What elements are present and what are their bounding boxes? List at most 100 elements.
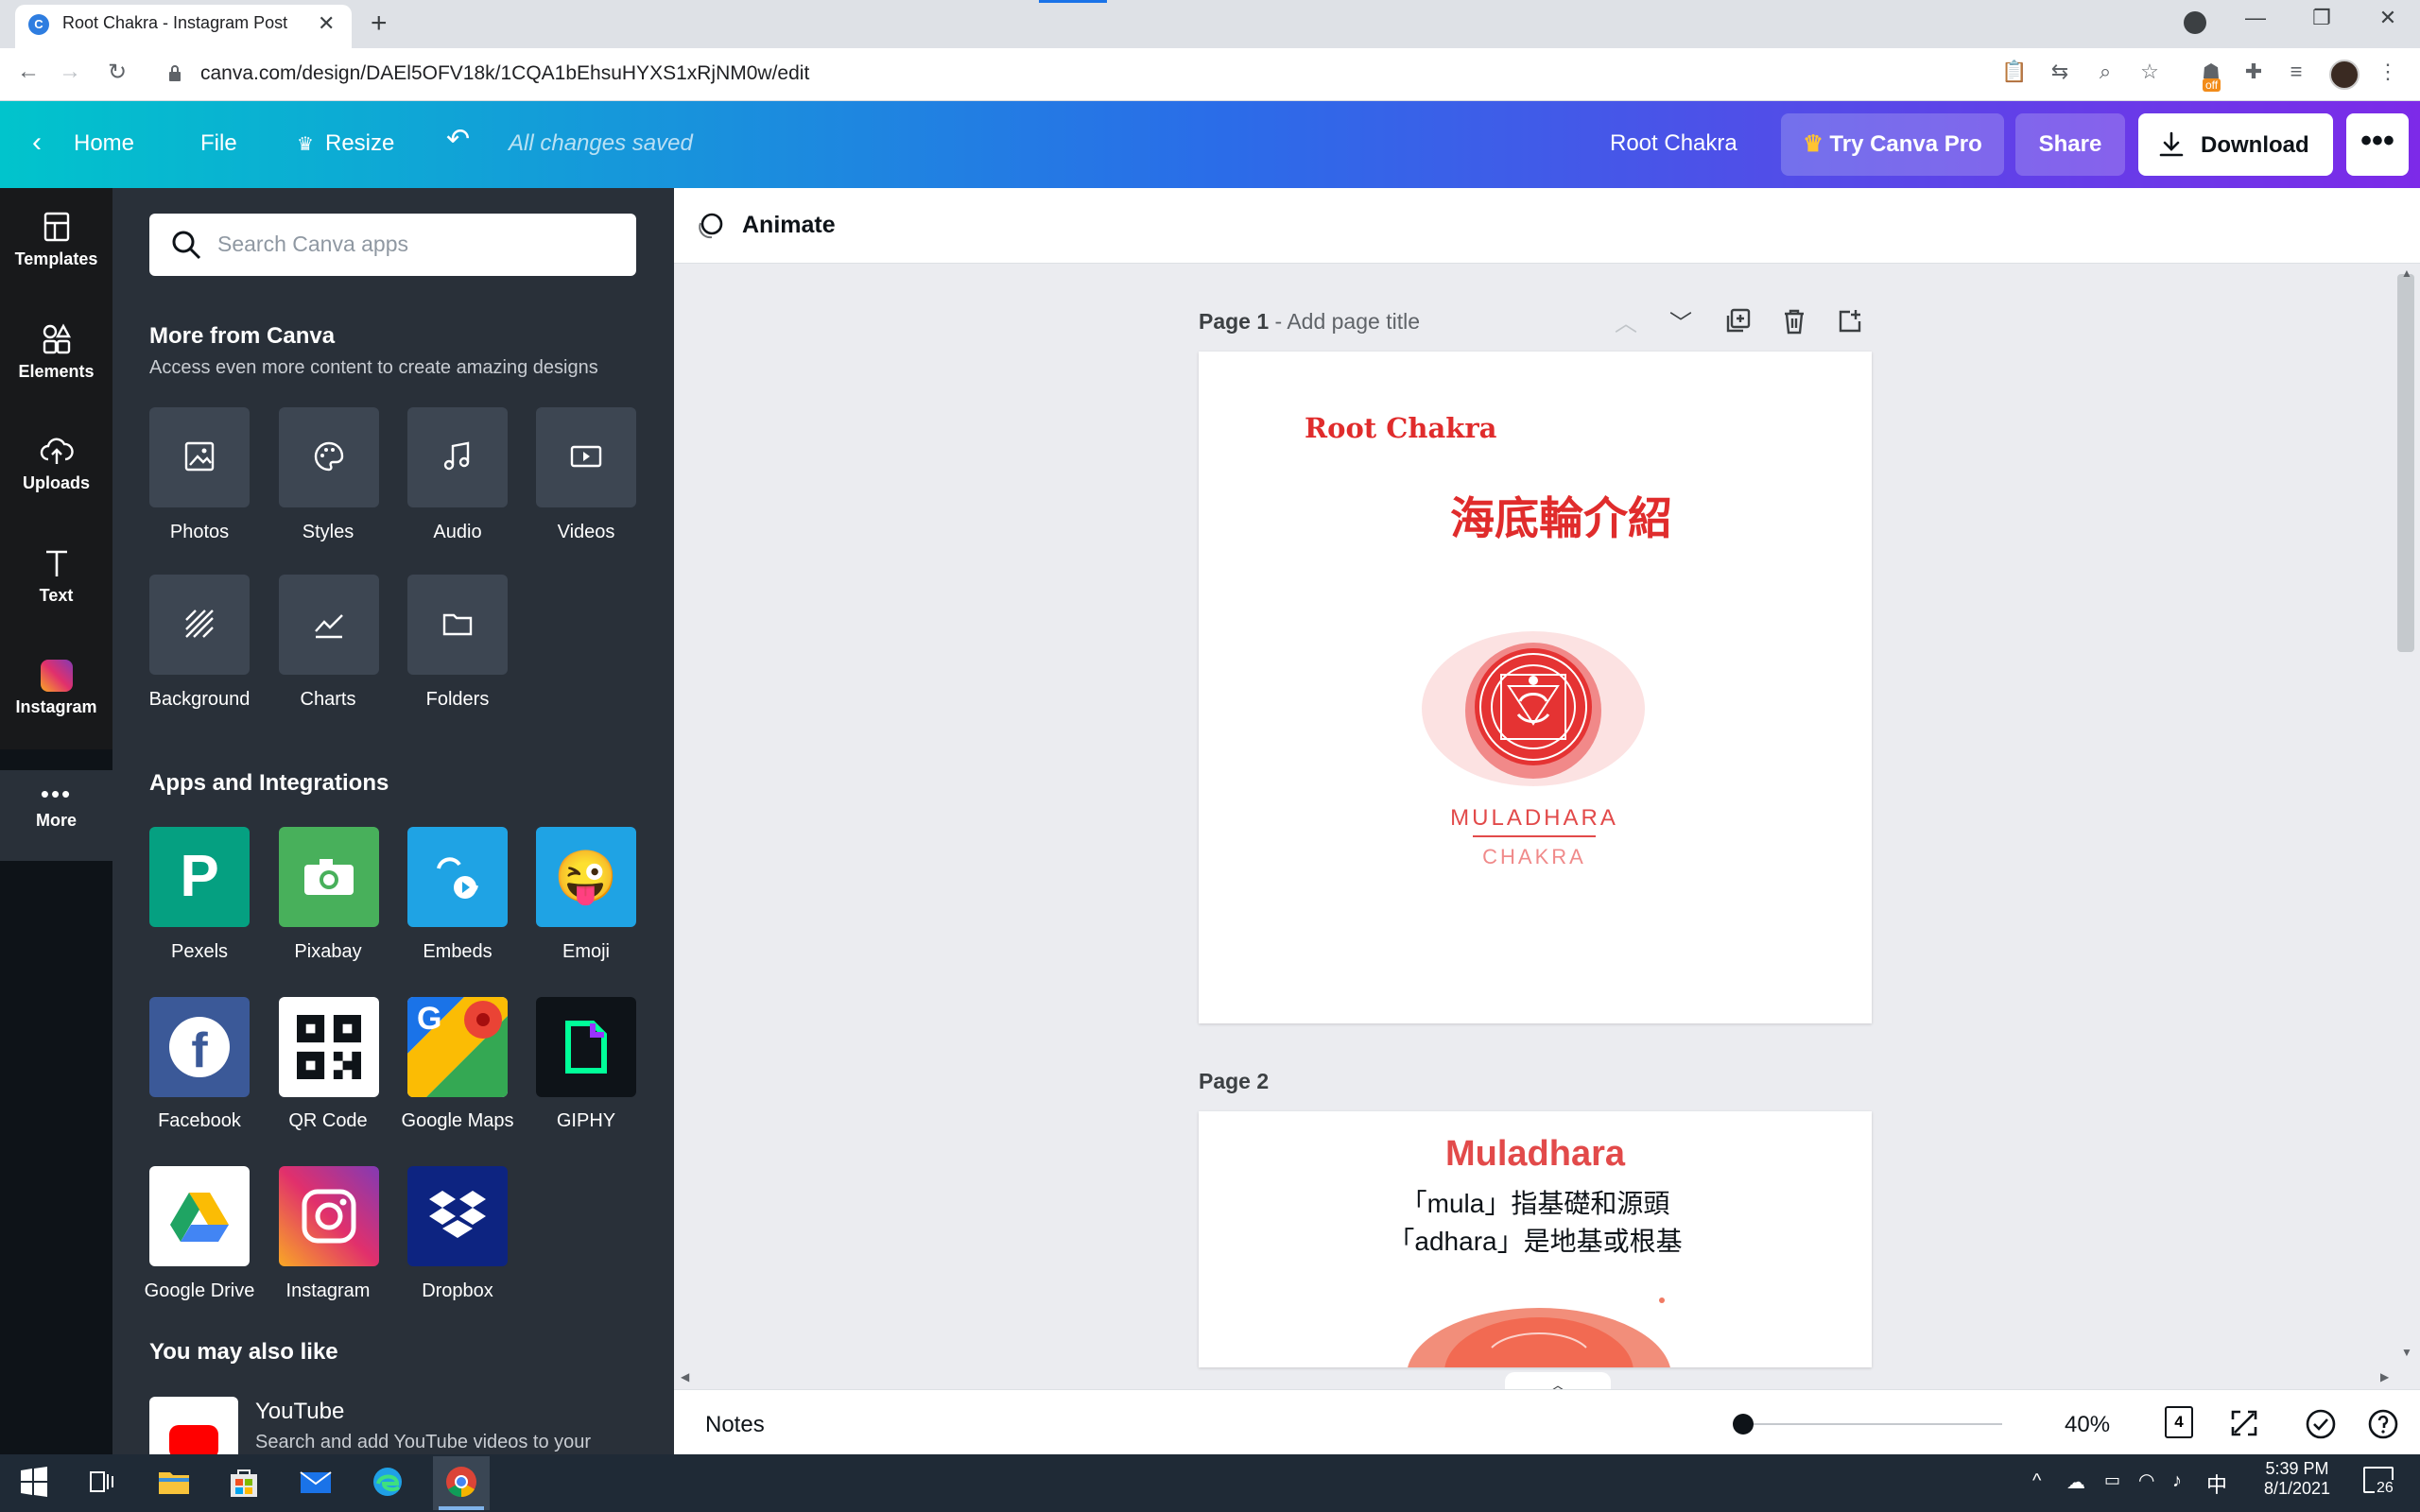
clipboard-icon[interactable]: 📋: [2001, 60, 2028, 86]
embeds-app[interactable]: [407, 827, 508, 927]
search-placeholder[interactable]: Search Canva apps: [217, 232, 408, 257]
instagram-app[interactable]: [279, 1166, 379, 1266]
minimize-icon[interactable]: —: [2237, 6, 2274, 30]
notes-expand-icon[interactable]: ︿: [1505, 1372, 1611, 1394]
chevron-down-icon[interactable]: ﹀: [1669, 304, 1692, 337]
pexels-app[interactable]: P: [149, 827, 250, 927]
tab-search-icon[interactable]: [2184, 11, 2206, 34]
mail-icon[interactable]: [297, 1463, 335, 1501]
duplicate-page-icon[interactable]: [1724, 308, 1751, 335]
back-icon[interactable]: ←: [17, 59, 40, 85]
background-tile[interactable]: [149, 575, 250, 675]
rail-uploads[interactable]: Uploads: [0, 434, 112, 493]
store-icon[interactable]: [225, 1463, 263, 1501]
facebook-app[interactable]: f: [149, 997, 250, 1097]
forward-icon[interactable]: →: [59, 59, 81, 85]
share-button[interactable]: Share: [2015, 113, 2125, 176]
check-icon[interactable]: [2305, 1408, 2337, 1440]
home-button[interactable]: Home: [74, 130, 134, 157]
ime-indicator[interactable]: 中: [2206, 1469, 2227, 1499]
zoom-slider-thumb[interactable]: [1732, 1414, 1754, 1435]
fullscreen-icon[interactable]: [2229, 1408, 2259, 1438]
rail-text[interactable]: Text: [0, 546, 112, 606]
zoom-slider-track[interactable]: [1737, 1423, 2002, 1425]
clock[interactable]: 5:39 PM 8/1/2021: [2259, 1459, 2335, 1499]
file-explorer-icon[interactable]: [155, 1463, 193, 1501]
show-hidden-icons-icon[interactable]: ^: [2032, 1470, 2041, 1492]
scroll-left-icon[interactable]: ◀: [681, 1370, 689, 1383]
puzzle-extensions-icon[interactable]: ✚: [2240, 60, 2267, 86]
vertical-scrollbar[interactable]: [2397, 274, 2414, 652]
help-icon[interactable]: [2367, 1408, 2399, 1440]
battery-icon[interactable]: ▭: [2104, 1470, 2120, 1490]
resize-button[interactable]: Resize: [325, 130, 394, 157]
dropbox-app[interactable]: [407, 1166, 508, 1266]
body-line[interactable]: 「adhara」是地基或根基: [1199, 1221, 1872, 1259]
page-heading[interactable]: Muladhara: [1199, 1134, 1872, 1175]
qr-code-app[interactable]: [279, 997, 379, 1097]
photos-tile[interactable]: [149, 407, 250, 507]
page-1-canvas[interactable]: Root Chakra 海底輪介紹 MULADHARA CHAKRA: [1199, 352, 1872, 1023]
windows-start-icon[interactable]: [15, 1463, 53, 1501]
edge-icon[interactable]: [369, 1463, 406, 1501]
styles-tile[interactable]: [279, 407, 379, 507]
page-2-canvas[interactable]: Muladhara 「mula」指基礎和源頭 「adhara」是地基或根基: [1199, 1111, 1872, 1367]
scroll-up-icon[interactable]: ▲: [2401, 266, 2412, 280]
google-drive-app[interactable]: [149, 1166, 250, 1266]
pixabay-app[interactable]: [279, 827, 379, 927]
volume-icon[interactable]: ♪: [2172, 1470, 2182, 1492]
delete-page-icon[interactable]: [1781, 308, 1807, 335]
chevron-up-icon[interactable]: ︿: [1615, 304, 1637, 337]
restore-icon[interactable]: ❐: [2303, 6, 2341, 30]
charts-tile[interactable]: [279, 575, 379, 675]
design-title[interactable]: Root Chakra: [1610, 130, 1737, 157]
youtube-app[interactable]: [149, 1397, 238, 1454]
wifi-icon[interactable]: ◠: [2138, 1469, 2154, 1492]
zoom-level[interactable]: 40%: [2065, 1412, 2110, 1438]
animate-icon[interactable]: [695, 210, 727, 242]
body-line[interactable]: 「mula」指基礎和源頭: [1199, 1183, 1872, 1221]
task-view-icon[interactable]: [83, 1463, 121, 1501]
google-maps-app[interactable]: G: [407, 997, 508, 1097]
giphy-app[interactable]: [536, 997, 636, 1097]
window-close-icon[interactable]: ✕: [2369, 6, 2407, 30]
onedrive-icon[interactable]: ☁: [2066, 1470, 2085, 1494]
scroll-down-icon[interactable]: ▼: [2401, 1346, 2412, 1359]
reload-icon[interactable]: ↻: [108, 59, 127, 86]
rail-instagram[interactable]: Instagram: [0, 660, 112, 717]
page-count-button[interactable]: 4: [2165, 1406, 2193, 1438]
file-menu-button[interactable]: File: [200, 130, 237, 157]
zoom-icon[interactable]: ⌕: [2092, 60, 2118, 86]
chinese-title[interactable]: 海底輪介紹: [1450, 482, 1672, 547]
lock-icon[interactable]: [168, 65, 182, 81]
more-options-button[interactable]: •••: [2346, 113, 2409, 176]
new-tab-button[interactable]: +: [371, 8, 388, 40]
browser-menu-icon[interactable]: ⋮: [2375, 60, 2401, 86]
back-chevron-icon[interactable]: ‹: [32, 127, 42, 159]
translate-icon[interactable]: ⇆: [2047, 60, 2073, 86]
audio-tile[interactable]: [407, 407, 508, 507]
page-title-input[interactable]: - Add page title: [1275, 309, 1420, 334]
tab-close-icon[interactable]: ✕: [318, 11, 335, 36]
reading-list-icon[interactable]: ≡: [2283, 60, 2309, 86]
url-text[interactable]: canva.com/design/DAEl5OFV18k/1CQA1bEhsuH…: [200, 62, 809, 85]
download-button[interactable]: Download: [2138, 113, 2333, 176]
suggestion-title[interactable]: YouTube: [255, 1399, 344, 1425]
try-canva-pro-button[interactable]: ♛ Try Canva Pro: [1781, 113, 2004, 176]
page-heading[interactable]: Root Chakra: [1305, 412, 1496, 444]
rail-templates[interactable]: Templates: [0, 210, 112, 269]
emoji-app[interactable]: 😜: [536, 827, 636, 927]
folders-tile[interactable]: [407, 575, 508, 675]
rail-elements[interactable]: Elements: [0, 322, 112, 382]
scroll-right-icon[interactable]: ▶: [2380, 1370, 2389, 1383]
chakra-watercolor-image[interactable]: [1378, 1281, 1700, 1367]
rail-more[interactable]: ••• More: [0, 770, 112, 861]
animate-button[interactable]: Animate: [742, 212, 836, 239]
add-page-icon[interactable]: [1837, 308, 1863, 335]
profile-avatar[interactable]: [2329, 60, 2360, 90]
chakra-image[interactable]: MULADHARA CHAKRA: [1303, 618, 1766, 892]
bookmark-star-icon[interactable]: ☆: [2136, 60, 2163, 86]
notes-button[interactable]: Notes: [705, 1412, 765, 1438]
undo-icon[interactable]: ↶: [446, 123, 470, 156]
videos-tile[interactable]: [536, 407, 636, 507]
